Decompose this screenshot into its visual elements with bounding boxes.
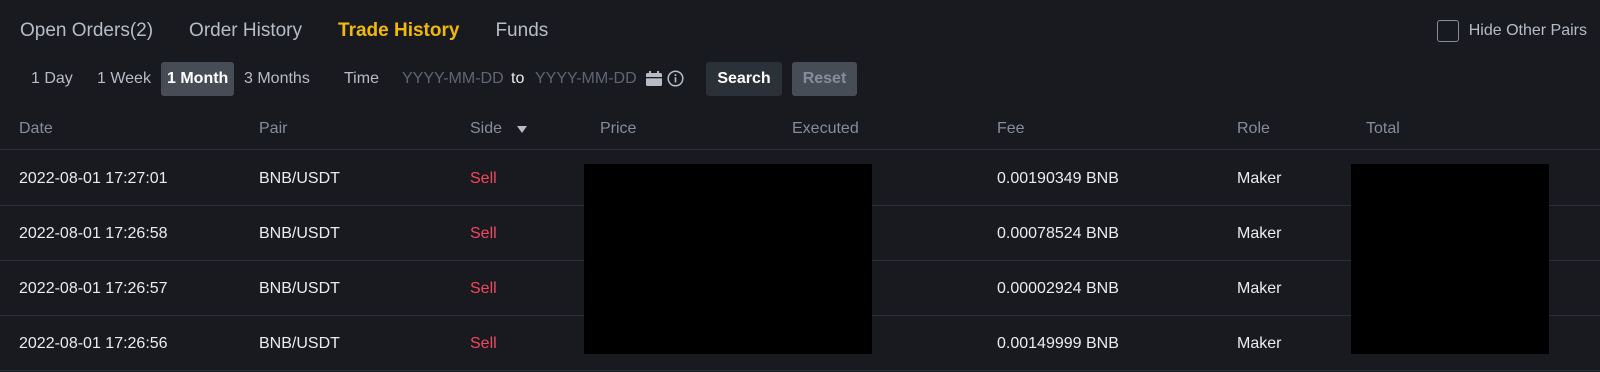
cell-date: 2022-08-01 17:26:56 [19,335,168,352]
tab-order-history[interactable]: Order History [189,18,302,44]
range-3-months-button[interactable]: 3 Months [238,62,316,96]
tab-funds[interactable]: Funds [495,18,548,44]
hide-other-pairs-toggle[interactable]: Hide Other Pairs [1436,18,1587,44]
cell-pair: BNB/USDT [259,170,340,187]
history-tabs: Open Orders(2) Order History Trade Histo… [20,18,584,44]
range-1-month-button[interactable]: 1 Month [161,62,235,96]
start-date-input[interactable] [402,62,510,96]
column-header-side[interactable]: Side [470,120,502,138]
cell-side: Sell [470,170,497,187]
range-1-week-button[interactable]: 1 Week [91,62,157,96]
column-header-pair: Pair [259,120,288,137]
search-button[interactable]: Search [706,62,782,96]
tab-open-orders[interactable]: Open Orders(2) [20,18,153,44]
column-header-total: Total [1366,120,1400,137]
range-1-day-button[interactable]: 1 Day [25,62,79,96]
cell-date: 2022-08-01 17:26:57 [19,280,168,297]
cell-fee: 0.00190349 BNB [997,170,1119,187]
cell-fee: 0.00002924 BNB [997,280,1119,297]
info-icon[interactable] [667,70,684,87]
to-label: to [511,70,525,87]
cell-side: Sell [470,335,497,352]
column-header-role: Role [1237,120,1270,137]
cell-side: Sell [470,280,497,297]
column-header-fee: Fee [997,120,1025,137]
hide-other-pairs-label: Hide Other Pairs [1468,22,1587,39]
trade-table-header: Date Pair Side Price Executed Fee Role T… [0,114,1600,150]
end-date-input[interactable] [535,62,643,96]
caret-down-icon[interactable] [517,126,527,133]
cell-date: 2022-08-01 17:27:01 [19,170,168,187]
tab-trade-history[interactable]: Trade History [338,18,459,44]
cell-fee: 0.00149999 BNB [997,335,1119,352]
cell-role: Maker [1237,280,1282,297]
cell-role: Maker [1237,335,1282,352]
time-label: Time [344,70,379,87]
reset-button[interactable]: Reset [792,62,857,96]
column-header-date: Date [19,120,53,137]
redacted-price-executed-block [584,164,872,354]
cell-pair: BNB/USDT [259,225,340,242]
redacted-total-block [1351,164,1549,354]
cell-side: Sell [470,225,497,242]
filter-bar: 1 Day 1 Week 1 Month 3 Months Time to Se… [0,62,1600,96]
hide-other-pairs-checkbox[interactable] [1436,20,1459,42]
cell-fee: 0.00078524 BNB [997,225,1119,242]
cell-role: Maker [1237,170,1282,187]
cell-pair: BNB/USDT [259,280,340,297]
cell-pair: BNB/USDT [259,335,340,352]
cell-date: 2022-08-01 17:26:58 [19,225,168,242]
column-header-price: Price [600,120,637,137]
cell-role: Maker [1237,225,1282,242]
column-header-executed: Executed [792,120,859,137]
calendar-icon[interactable] [646,71,662,86]
